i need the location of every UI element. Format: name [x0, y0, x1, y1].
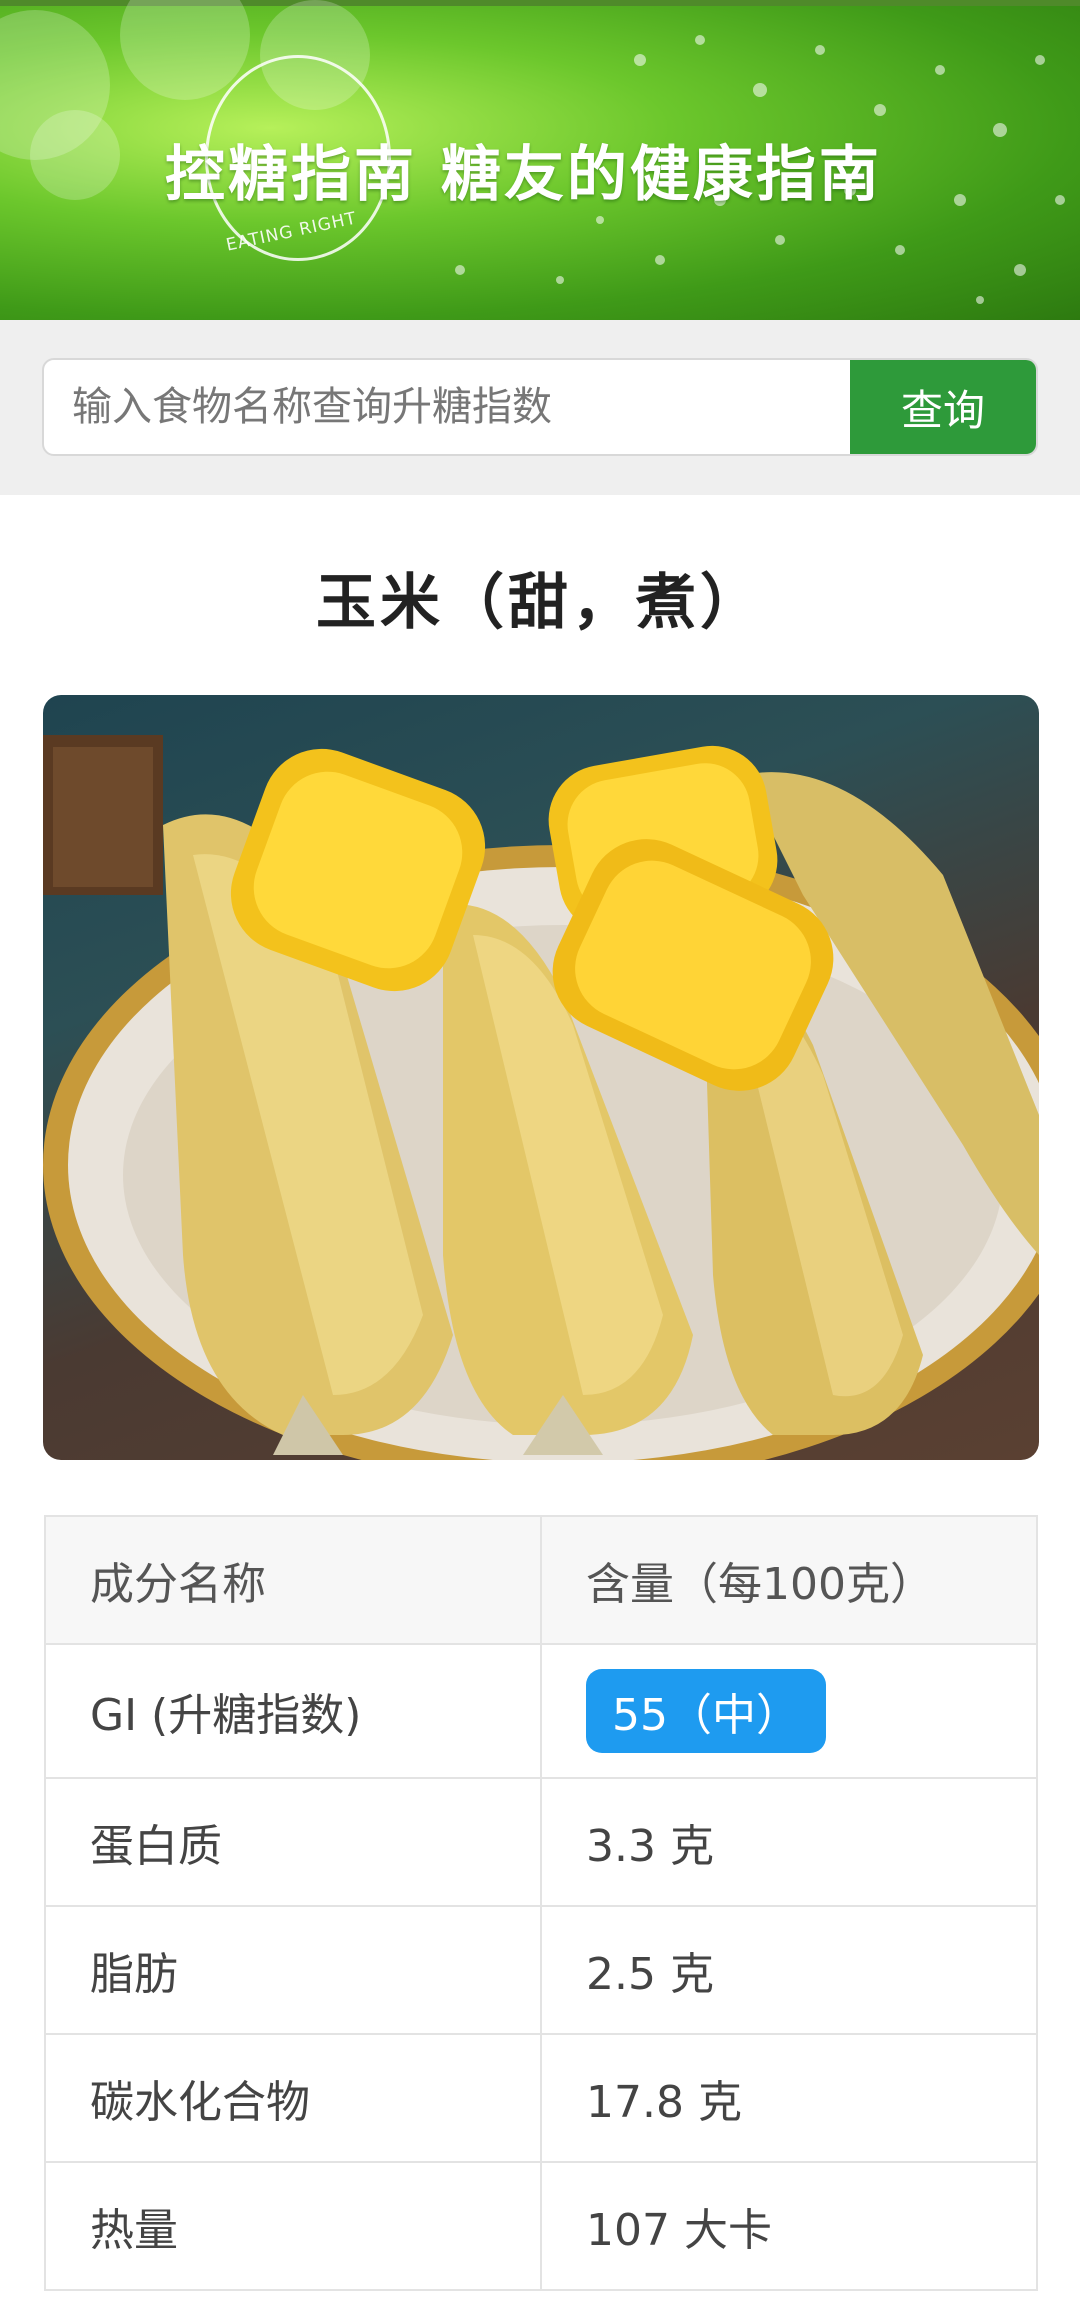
food-image — [43, 695, 1039, 1460]
row-name: GI (升糖指数) — [44, 1643, 542, 1779]
table-header-amount: 含量（每100克） — [540, 1515, 1038, 1645]
row-value: 107 大卡 — [540, 2161, 1038, 2291]
table-header-name: 成分名称 — [44, 1515, 542, 1645]
row-name: 脂肪 — [44, 1905, 542, 2035]
search-button[interactable]: 查询 — [850, 360, 1036, 454]
table-row: 脂肪 2.5 克 — [44, 1905, 1038, 2035]
row-value: 17.8 克 — [540, 2033, 1038, 2163]
gi-badge: 55（中） — [586, 1669, 826, 1753]
search-bar: 查询 — [0, 320, 1080, 495]
search-input[interactable] — [44, 360, 850, 454]
table-header-row: 成分名称 含量（每100克） — [44, 1515, 1038, 1645]
row-name: 蛋白质 — [44, 1777, 542, 1907]
table-row: 热量 107 大卡 — [44, 2161, 1038, 2291]
row-value: 2.5 克 — [540, 1905, 1038, 2035]
table-row: 碳水化合物 17.8 克 — [44, 2033, 1038, 2163]
row-value: 3.3 克 — [540, 1777, 1038, 1907]
row-value: 55（中） — [540, 1643, 1038, 1779]
table-row: 蛋白质 3.3 克 — [44, 1777, 1038, 1907]
header-banner: EATING RIGHT 控糖指南 糖友的健康指南 — [0, 0, 1080, 320]
row-name: 碳水化合物 — [44, 2033, 542, 2163]
banner-title: 控糖指南 糖友的健康指南 — [165, 140, 882, 210]
food-title: 玉米（甜，煮） — [316, 568, 764, 638]
row-name: 热量 — [44, 2161, 542, 2291]
nutrition-table: 成分名称 含量（每100克） GI (升糖指数) 55（中） 蛋白质 3.3 克… — [44, 1515, 1038, 2291]
search-box: 查询 — [42, 358, 1038, 456]
table-row: GI (升糖指数) 55（中） — [44, 1643, 1038, 1779]
